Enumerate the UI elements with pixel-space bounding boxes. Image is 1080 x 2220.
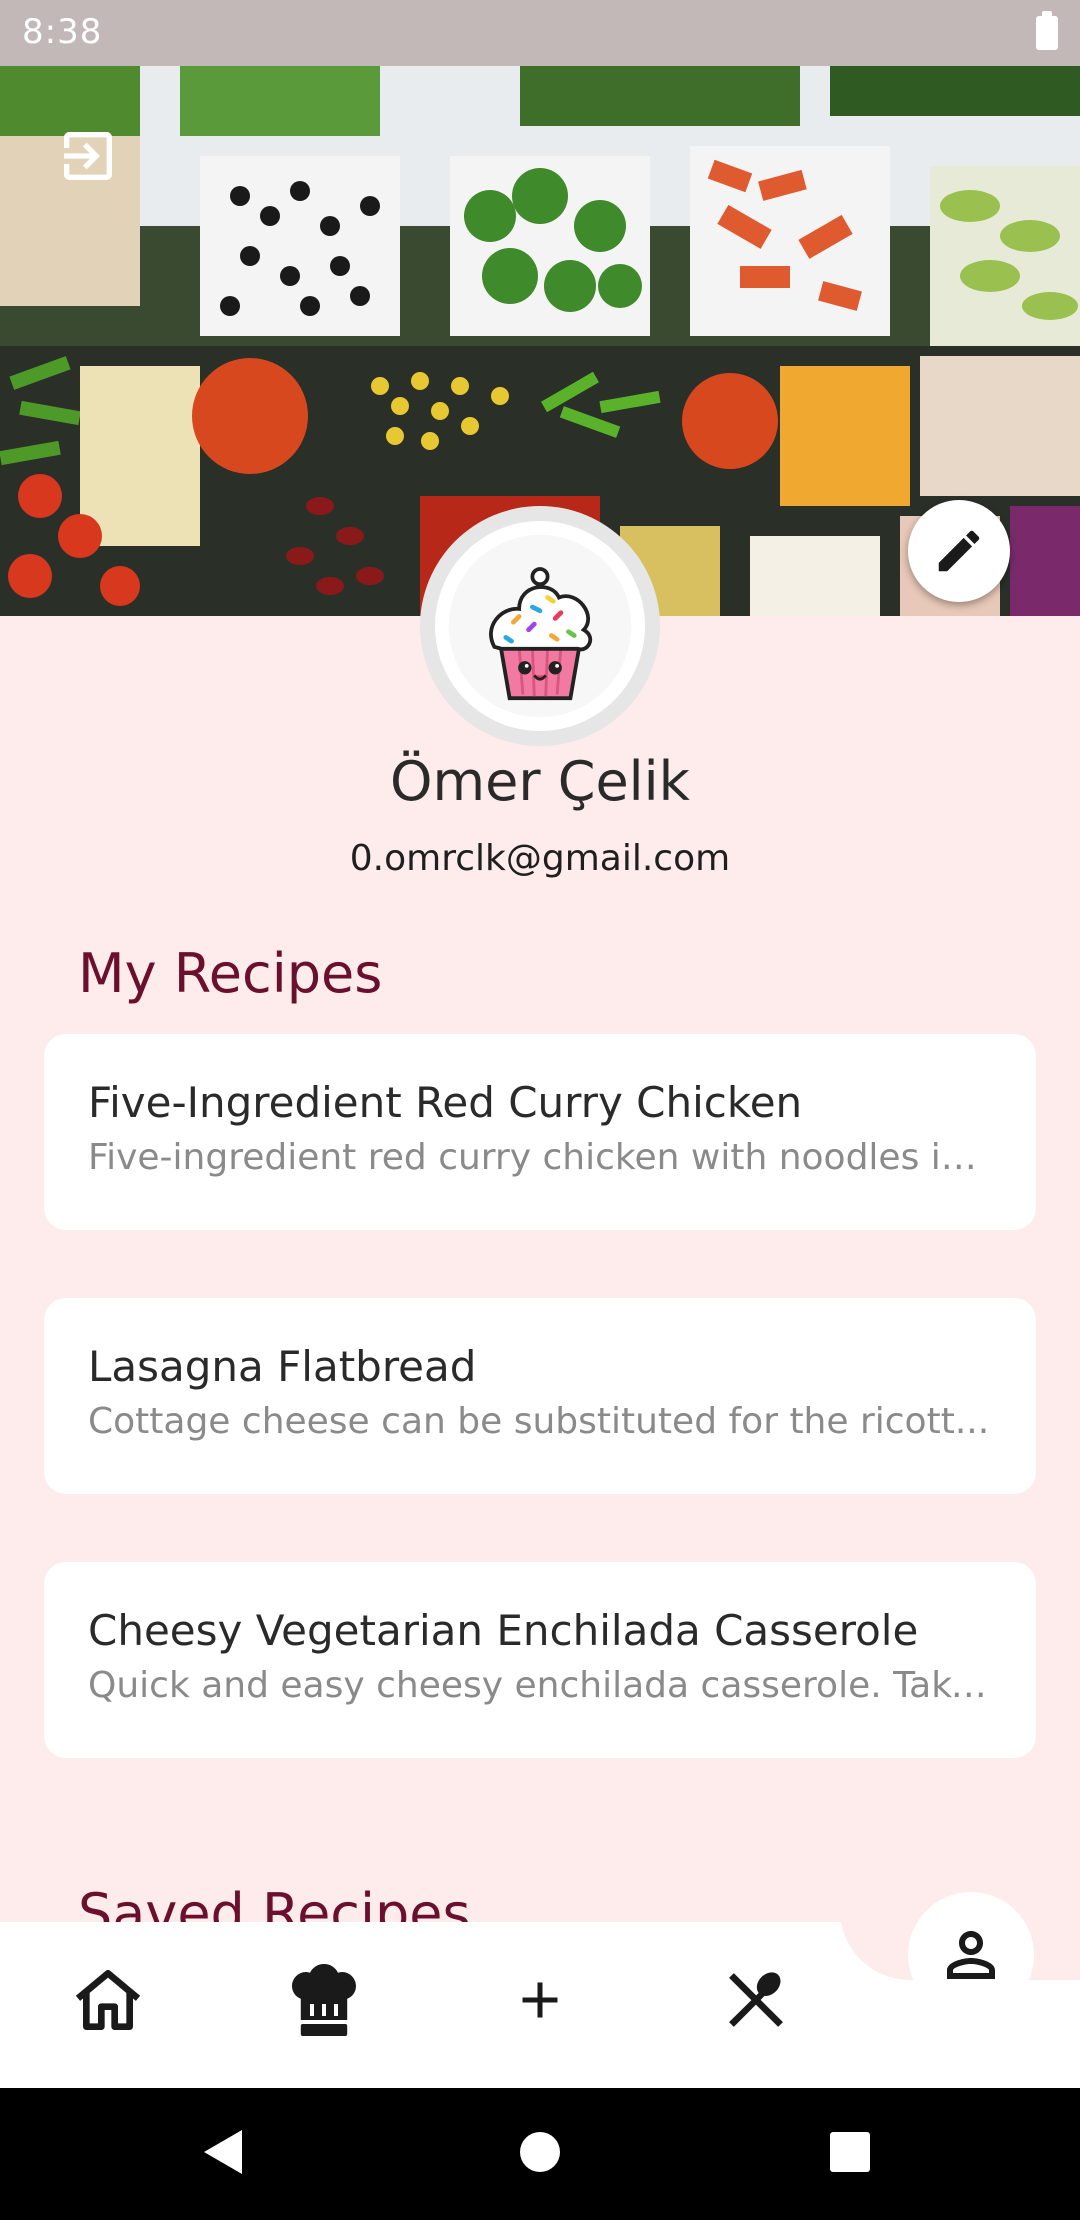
nav-recipes[interactable] [706,1950,806,2050]
avatar-image [435,521,645,731]
profile-email: 0.omrclk@gmail.com [349,838,731,879]
nav-add[interactable] [490,1950,590,2050]
cupcake-avatar-icon [448,534,632,718]
home-icon [75,1970,141,2030]
recipe-card[interactable]: Lasagna Flatbread Cottage cheese can be … [44,1298,1036,1494]
person-icon [947,1931,995,1979]
recents-icon[interactable] [830,2132,870,2172]
recipe-description: Five-ingredient red curry chicken with n… [88,1137,992,1178]
recipe-card[interactable]: Five-Ingredient Red Curry Chicken Five-i… [44,1034,1036,1230]
avatar[interactable] [420,506,660,746]
recipe-description: Quick and easy cheesy enchilada casserol… [88,1665,992,1706]
home-circle-icon[interactable] [520,2132,560,2172]
battery-icon [1036,11,1058,50]
nav-chef[interactable] [274,1950,374,2050]
back-icon[interactable] [204,2130,242,2174]
recipe-title: Five-Ingredient Red Curry Chicken [88,1078,803,1127]
my-recipes-heading: My Recipes [78,942,383,1005]
chef-hat-icon [292,1964,356,2036]
status-time: 8:38 [22,12,103,52]
nav-profile[interactable] [908,1892,1034,2018]
recipe-description: Cottage cheese can be substituted for th… [88,1401,990,1442]
recipe-card[interactable]: Cheesy Vegetarian Enchilada Casserole Qu… [44,1562,1036,1758]
logout-button[interactable] [56,124,120,188]
recipe-title: Lasagna Flatbread [88,1342,477,1391]
recipe-title: Cheesy Vegetarian Enchilada Casserole [88,1606,919,1655]
plus-icon [522,1982,558,2018]
pencil-icon [938,530,980,572]
utensils-icon [729,1972,783,2027]
logout-icon [64,132,112,180]
status-bar: 8:38 [0,0,1080,66]
nav-home[interactable] [58,1950,158,2050]
edit-profile-button[interactable] [908,500,1010,602]
profile-name: Ömer Çelik [390,750,690,813]
